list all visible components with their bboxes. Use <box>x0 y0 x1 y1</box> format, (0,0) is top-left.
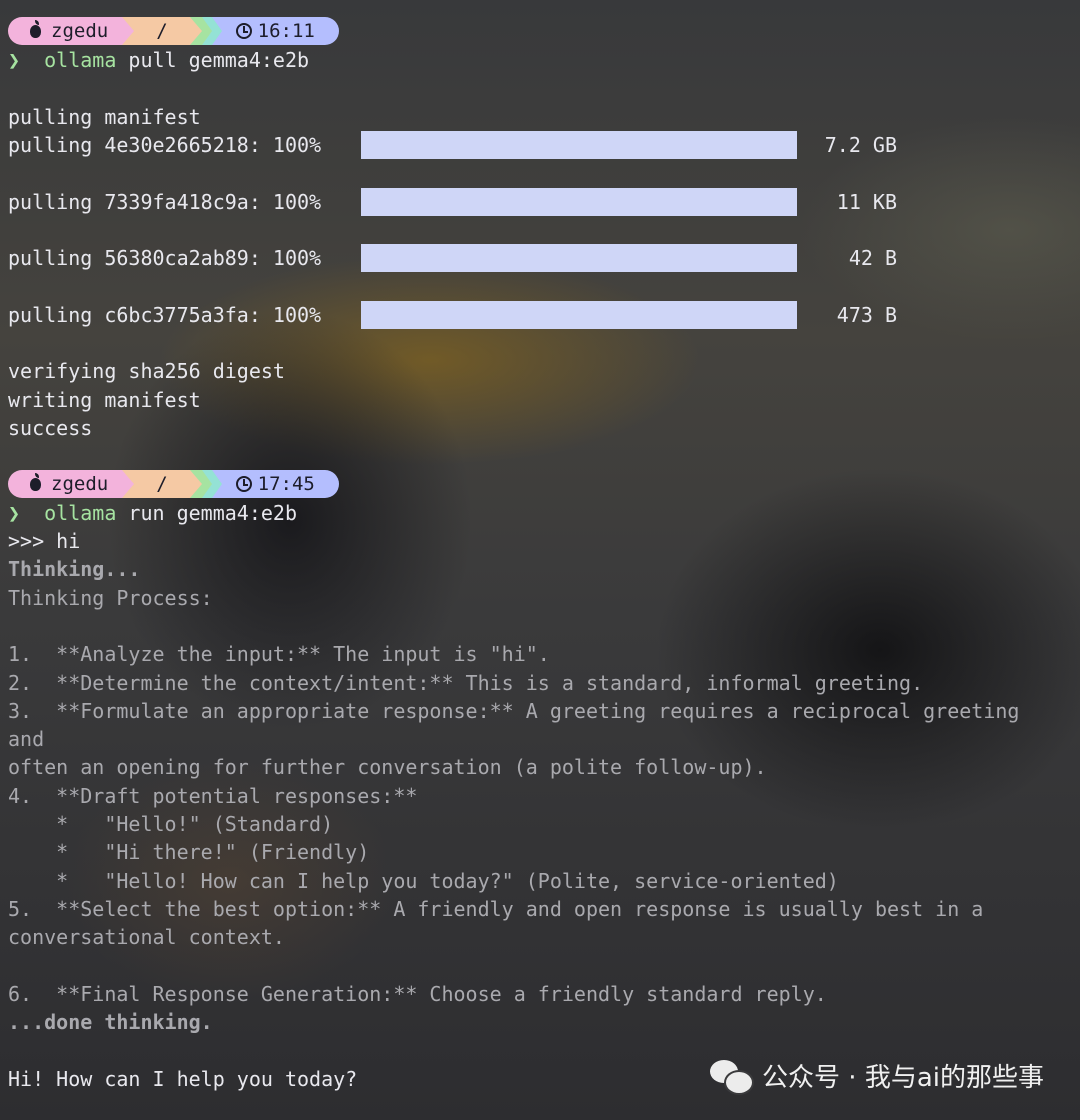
progress-bar <box>361 187 797 216</box>
prompt-time: 17:45 <box>257 473 315 496</box>
status-line: pulling manifest <box>8 104 201 129</box>
status-line: success <box>8 415 93 440</box>
watermark-text: 公众号 · 我与ai的那些事 <box>762 1063 1044 1093</box>
status-line: verifying sha256 digest <box>8 359 285 384</box>
thinking-line: often an opening for further conversatio… <box>8 755 767 780</box>
prompt-dir: / <box>156 20 168 42</box>
thinking-line: 6. **Final Response Generation:** Choose… <box>8 981 827 1006</box>
prompt-user: zgedu <box>51 20 109 42</box>
thinking-line: 1. **Analyze the input:** The input is "… <box>8 642 550 667</box>
chat-input: >>> hi <box>8 529 81 554</box>
pull-layer: pulling 4e30e2665218: 100% 7.2 GB <box>8 131 897 160</box>
pull-layer: pulling 56380ca2ab89: 100% 42 B <box>8 244 897 273</box>
thinking-line: and <box>8 727 45 752</box>
command-name: ollama <box>44 48 117 72</box>
thinking-line: * "Hello!" (Standard) <box>8 812 334 837</box>
prompt-bar: zgedu / 16:11 <box>8 0 1076 45</box>
thinking-line: conversational context. <box>8 925 285 950</box>
thinking-line: 4. **Draft potential responses:** <box>8 783 418 808</box>
prompt-time: 16:11 <box>257 20 315 42</box>
command-args: run gemma4:e2b <box>116 500 298 525</box>
thinking-line: 2. **Determine the context/intent:** Thi… <box>8 670 924 695</box>
command-line: ❯ ollama pull gemma4:e2b <box>8 48 310 72</box>
status-line: writing manifest <box>8 387 201 412</box>
apple-icon <box>30 472 41 491</box>
wechat-icon <box>710 1058 755 1095</box>
clock-icon <box>235 23 252 39</box>
command-line: ❯ ollama run gemma4:e2b <box>8 500 298 525</box>
pull-layer: pulling c6bc3775a3fa: 100% 473 B <box>8 300 897 329</box>
thinking-line: * "Hi there!" (Friendly) <box>8 840 370 865</box>
command-name: ollama <box>44 500 117 525</box>
progress-bar <box>361 244 797 273</box>
thinking-line: * "Hello! How can I help you today?" (Po… <box>8 868 839 893</box>
clock-icon <box>235 476 252 493</box>
thinking-process-title: Thinking Process: <box>8 585 213 610</box>
progress-bar <box>361 300 797 329</box>
prompt-bar: zgedu / 17:45 <box>8 470 1076 499</box>
thinking-label: Thinking... <box>8 557 141 582</box>
apple-icon <box>30 19 41 38</box>
thinking-line: 3. **Formulate an appropriate response:*… <box>8 698 1020 723</box>
prompt-user: zgedu <box>51 473 109 496</box>
pull-layer: pulling 7339fa418c9a: 100% 11 KB <box>8 187 897 216</box>
progress-bar <box>361 131 797 160</box>
watermark: 公众号 · 我与ai的那些事 <box>710 1057 1044 1095</box>
prompt-dir: / <box>156 473 168 496</box>
thinking-line: 5. **Select the best option:** A friendl… <box>8 896 984 921</box>
terminal-output: zgedu / 16:11 ❯ ollama pull gemma4:e2b p… <box>8 0 1076 1093</box>
command-args: pull gemma4:e2b <box>116 48 310 72</box>
done-thinking-label: ...done thinking. <box>8 1010 213 1035</box>
